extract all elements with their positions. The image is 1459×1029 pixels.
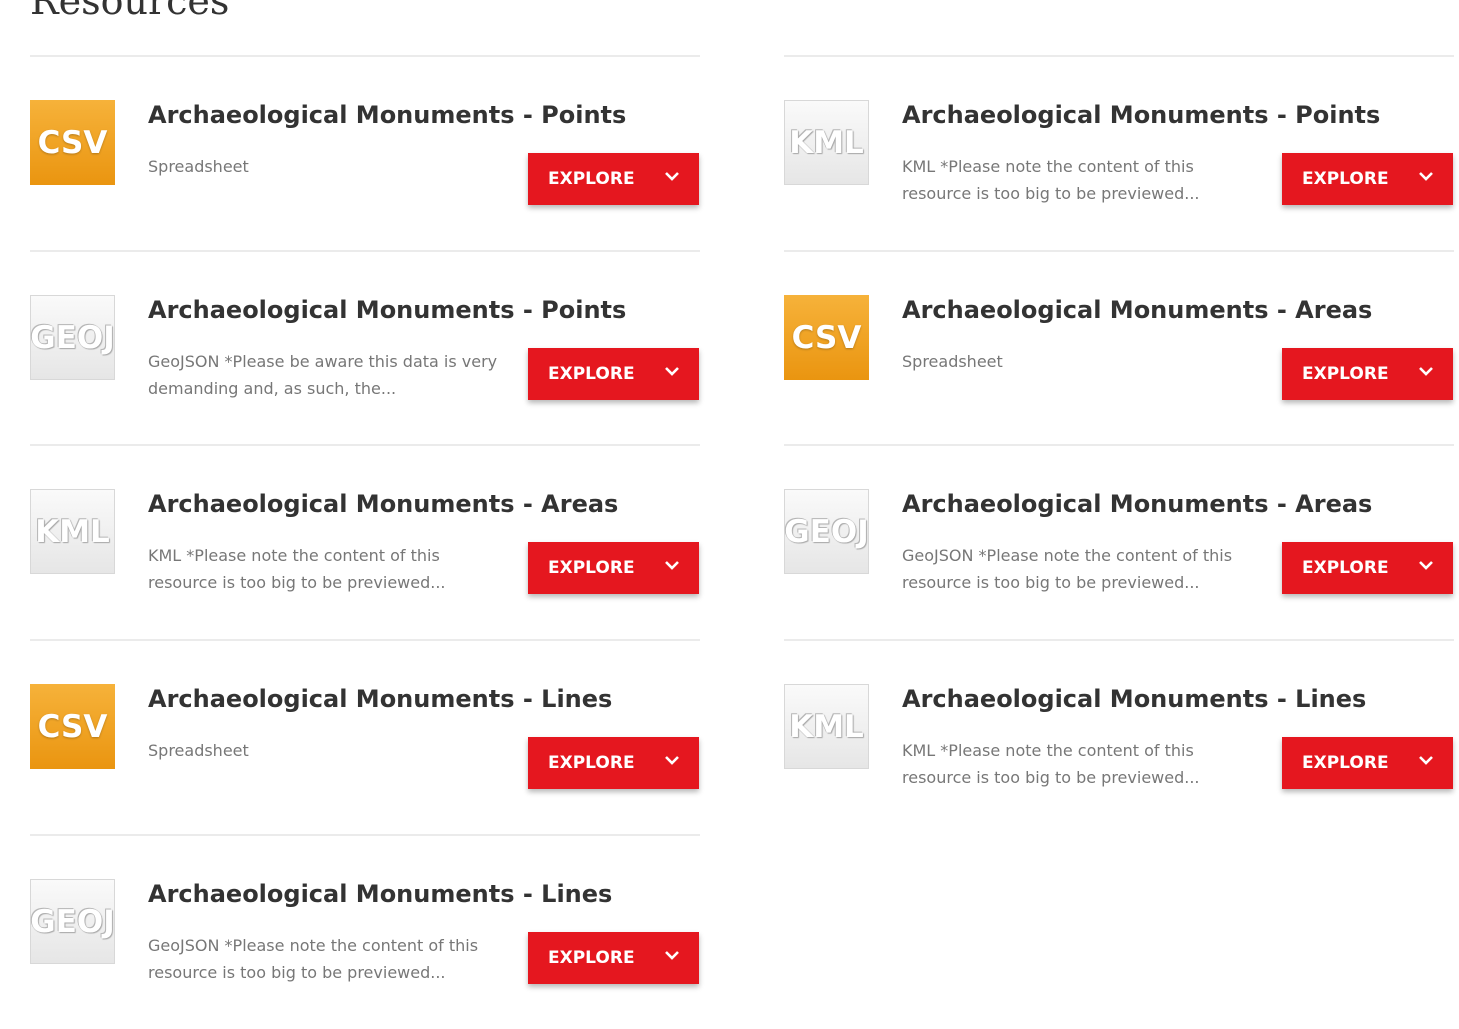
divider bbox=[30, 639, 700, 641]
chevron-down-icon bbox=[1419, 172, 1433, 181]
resource-title[interactable]: Archaeological Monuments - Areas bbox=[902, 488, 1459, 520]
kml-format-icon[interactable]: KML bbox=[30, 489, 115, 574]
resource-item: KML Archaeological Monuments - Lines KML… bbox=[784, 639, 1454, 834]
kml-format-icon[interactable]: KML bbox=[784, 100, 869, 185]
resource-description: Spreadsheet bbox=[148, 157, 249, 176]
csv-format-icon[interactable]: CSV bbox=[30, 100, 115, 185]
explore-button-label: EXPLORE bbox=[548, 948, 635, 968]
explore-button[interactable]: EXPLORE bbox=[528, 932, 699, 984]
chevron-down-icon bbox=[665, 561, 679, 570]
resource-description: KML *Please note the content of this res… bbox=[148, 546, 446, 592]
resource-item: KML Archaeological Monuments - Areas KML… bbox=[30, 444, 700, 639]
resource-item: CSV Archaeological Monuments - Lines Spr… bbox=[30, 639, 700, 834]
divider bbox=[784, 250, 1454, 252]
divider bbox=[784, 639, 1454, 641]
divider bbox=[30, 444, 700, 446]
chevron-down-icon bbox=[1419, 367, 1433, 376]
explore-button[interactable]: EXPLORE bbox=[528, 348, 699, 400]
resource-list: CSV Archaeological Monuments - Points Sp… bbox=[0, 0, 1459, 996]
chevron-down-icon bbox=[665, 756, 679, 765]
geojson-format-icon[interactable]: GEOJ bbox=[30, 295, 115, 380]
explore-button[interactable]: EXPLORE bbox=[1282, 737, 1453, 789]
resource-description: Spreadsheet bbox=[148, 741, 249, 760]
divider bbox=[784, 55, 1454, 57]
resource-title[interactable]: Archaeological Monuments - Lines bbox=[148, 683, 708, 715]
explore-button[interactable]: EXPLORE bbox=[528, 153, 699, 205]
resource-title[interactable]: Archaeological Monuments - Points bbox=[148, 99, 708, 131]
resource-item: GEOJ Archaeological Monuments - Lines Ge… bbox=[30, 834, 700, 1029]
resource-item: CSV Archaeological Monuments - Areas Spr… bbox=[784, 250, 1454, 445]
explore-button-label: EXPLORE bbox=[548, 558, 635, 578]
resource-title[interactable]: Archaeological Monuments - Areas bbox=[902, 294, 1459, 326]
explore-button[interactable]: EXPLORE bbox=[528, 737, 699, 789]
resource-item: KML Archaeological Monuments - Points KM… bbox=[784, 55, 1454, 250]
explore-button-label: EXPLORE bbox=[548, 753, 635, 773]
resource-item: GEOJ Archaeological Monuments - Areas Ge… bbox=[784, 444, 1454, 639]
explore-button-label: EXPLORE bbox=[1302, 364, 1389, 384]
resource-title[interactable]: Archaeological Monuments - Points bbox=[902, 99, 1459, 131]
resource-description: KML *Please note the content of this res… bbox=[902, 741, 1200, 787]
chevron-down-icon bbox=[1419, 561, 1433, 570]
resource-title[interactable]: Archaeological Monuments - Points bbox=[148, 294, 708, 326]
resource-item: CSV Archaeological Monuments - Points Sp… bbox=[30, 55, 700, 250]
csv-format-icon[interactable]: CSV bbox=[30, 684, 115, 769]
explore-button-label: EXPLORE bbox=[1302, 558, 1389, 578]
explore-button-label: EXPLORE bbox=[1302, 169, 1389, 189]
explore-button-label: EXPLORE bbox=[548, 364, 635, 384]
explore-button[interactable]: EXPLORE bbox=[1282, 153, 1453, 205]
resource-title[interactable]: Archaeological Monuments - Lines bbox=[902, 683, 1459, 715]
explore-button[interactable]: EXPLORE bbox=[528, 542, 699, 594]
resource-description: GeoJSON *Please note the content of this… bbox=[148, 936, 479, 982]
explore-button[interactable]: EXPLORE bbox=[1282, 348, 1453, 400]
divider bbox=[784, 444, 1454, 446]
explore-button-label: EXPLORE bbox=[1302, 753, 1389, 773]
chevron-down-icon bbox=[665, 951, 679, 960]
geojson-format-icon[interactable]: GEOJ bbox=[30, 879, 115, 964]
resource-item: GEOJ Archaeological Monuments - Points G… bbox=[30, 250, 700, 445]
resource-title[interactable]: Archaeological Monuments - Lines bbox=[148, 878, 708, 910]
chevron-down-icon bbox=[665, 172, 679, 181]
resource-description: KML *Please note the content of this res… bbox=[902, 157, 1200, 203]
kml-format-icon[interactable]: KML bbox=[784, 684, 869, 769]
resource-description: GeoJSON *Please note the content of this… bbox=[902, 546, 1233, 592]
divider bbox=[30, 834, 700, 836]
divider bbox=[30, 55, 700, 57]
chevron-down-icon bbox=[1419, 756, 1433, 765]
divider bbox=[30, 250, 700, 252]
explore-button-label: EXPLORE bbox=[548, 169, 635, 189]
resource-title[interactable]: Archaeological Monuments - Areas bbox=[148, 488, 708, 520]
csv-format-icon[interactable]: CSV bbox=[784, 295, 869, 380]
chevron-down-icon bbox=[665, 367, 679, 376]
geojson-format-icon[interactable]: GEOJ bbox=[784, 489, 869, 574]
resource-description: Spreadsheet bbox=[902, 352, 1003, 371]
resource-description: GeoJSON *Please be aware this data is ve… bbox=[148, 352, 498, 398]
explore-button[interactable]: EXPLORE bbox=[1282, 542, 1453, 594]
